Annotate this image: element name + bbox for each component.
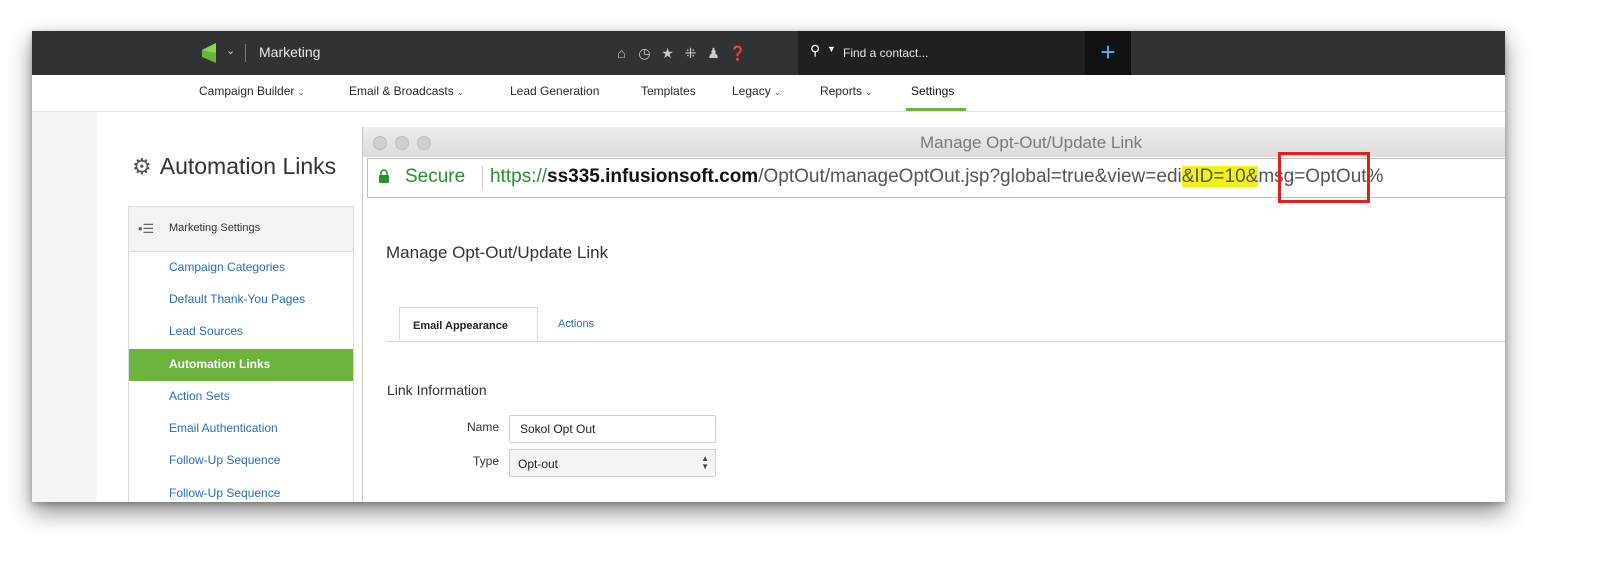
nav-campaign-builder[interactable]: Campaign Builder ⌄ [199,84,305,98]
form-tabs: Email Appearance Actions [386,307,1505,342]
top-bar: ⌄ Marketing ⌂ ◷ ★ ⁜ ♟ ❓ ⚲ ▼ + [32,31,1505,75]
list-tree-icon: •☰ [138,221,155,236]
section-title: Link Information [387,382,487,398]
sidebar-item-label: Lead Sources [169,324,244,338]
search-input[interactable] [843,43,1073,63]
url-text[interactable]: https://ss335.infusionsoft.com/OptOut/ma… [490,166,1383,188]
app-name: Marketing [259,44,321,60]
nav-label: Email & Broadcasts [349,84,454,98]
sidebar-item-label: Campaign Categories [169,260,286,274]
main-nav: Campaign Builder ⌄ Email & Broadcasts ⌄ Le… [32,75,1505,112]
sidebar-item-label: Action Sets [169,389,230,403]
sidebar-item-follow-up-sequence-2[interactable]: Follow-Up Sequence [129,478,353,502]
sidebar-item-label: Follow-Up Sequence [169,453,281,467]
chevron-down-icon: ⌄ [773,87,782,97]
nav-legacy[interactable]: Legacy ⌄ [732,84,781,98]
contact-search[interactable]: ⚲ ▼ [798,31,1085,75]
nav-label: Reports [820,84,863,98]
sidebar-item-email-authentication[interactable]: Email Authentication [129,413,353,445]
add-button[interactable]: + [1085,31,1131,75]
nav-email-broadcasts[interactable]: Email & Broadcasts ⌄ [349,84,464,98]
chevron-down-icon: ⌄ [456,87,465,97]
sidebar-item-automation-links[interactable]: Automation Links [129,349,353,381]
window-title: Manage Opt-Out/Update Link [920,133,1143,152]
help-icon[interactable]: ❓ [729,45,746,62]
sidebar-header-label: Marketing Settings [169,222,261,234]
chevron-down-icon: ⌄ [297,87,305,97]
chevron-down-icon: ⌄ [865,87,873,97]
sidebar-item-label: Automation Links [169,357,271,371]
sidebar-item-campaign-categories[interactable]: Campaign Categories [129,252,353,284]
search-icon[interactable]: ⚲ [810,42,820,59]
nav-label: Campaign Builder [199,84,295,98]
select-arrows-icon: ▲ ▼ [701,454,709,471]
clock-icon[interactable]: ◷ [637,45,652,62]
settings-sidebar: •☰ Marketing Settings Campaign Categorie… [128,206,354,502]
page-header: ⚙ Automation Links [132,153,336,180]
nav-label: Lead Generation [510,84,600,98]
app-switcher-chevron-icon[interactable]: ⌄ [226,44,235,57]
nav-label: Templates [641,84,696,98]
url-domain: ss335.infusionsoft.com [547,166,759,187]
annotation-box [1278,152,1370,203]
nav-reports[interactable]: Reports ⌄ [820,84,873,98]
sidebar-header[interactable]: •☰ Marketing Settings [129,207,353,252]
minimize-window-button[interactable] [395,136,409,150]
url-path: /OptOut/manageOptOut.jsp?global=true&vie… [758,166,1182,187]
sidebar-item-label: Default Thank-You Pages [169,292,306,306]
nav-settings[interactable]: Settings [911,84,954,98]
divider [482,166,483,190]
sidebar-item-label: Follow-Up Sequence [169,486,281,500]
url-scheme: https:// [490,166,548,187]
tab-email-appearance[interactable]: Email Appearance [399,307,538,341]
tab-label: Email Appearance [413,320,508,332]
active-nav-indicator [906,108,966,111]
sidebar-item-action-sets[interactable]: Action Sets [129,381,353,413]
search-chevron-icon[interactable]: ▼ [827,44,836,54]
type-label: Type [472,454,499,468]
divider [245,44,246,62]
tag-icon[interactable]: ⁜ [683,45,698,62]
name-label: Name [466,420,499,434]
sidebar-item-default-thank-you-pages[interactable]: Default Thank-You Pages [129,284,353,316]
url-highlight: &ID=10& [1181,166,1259,187]
secure-label: Secure [405,166,466,187]
nav-label: Settings [911,84,955,98]
type-select[interactable]: Opt-out ▲ ▼ [509,449,716,477]
infusionsoft-logo-icon[interactable] [199,41,219,65]
tab-label: Actions [558,318,595,330]
screenshot: ⌄ Marketing ⌂ ◷ ★ ⁜ ♟ ❓ ⚲ ▼ + Campaign B… [32,31,1505,502]
home-icon[interactable]: ⌂ [614,45,629,61]
type-select-value: Opt-out [518,457,559,471]
sidebar-item-label: Email Authentication [169,421,278,435]
page-title: Automation Links [159,153,337,179]
maximize-window-button[interactable] [417,136,431,150]
quick-icons: ⌂ ◷ ★ ⁜ ♟ ❓ [614,41,746,65]
nav-label: Legacy [732,84,771,98]
nav-lead-generation[interactable]: Lead Generation [510,84,599,98]
gear-icon: ⚙ [132,153,152,179]
close-window-button[interactable] [373,136,387,150]
lock-icon [379,169,389,183]
star-icon[interactable]: ★ [660,45,675,62]
popup-window: Manage Opt-Out/Update Link Secure https:… [362,127,1505,502]
sidebar-item-lead-sources[interactable]: Lead Sources [129,316,353,348]
sidebar-item-follow-up-sequence[interactable]: Follow-Up Sequence [129,445,353,477]
person-icon[interactable]: ♟ [706,45,721,62]
form-heading: Manage Opt-Out/Update Link [386,243,609,262]
name-field[interactable] [509,415,716,443]
nav-templates[interactable]: Templates [641,84,696,98]
